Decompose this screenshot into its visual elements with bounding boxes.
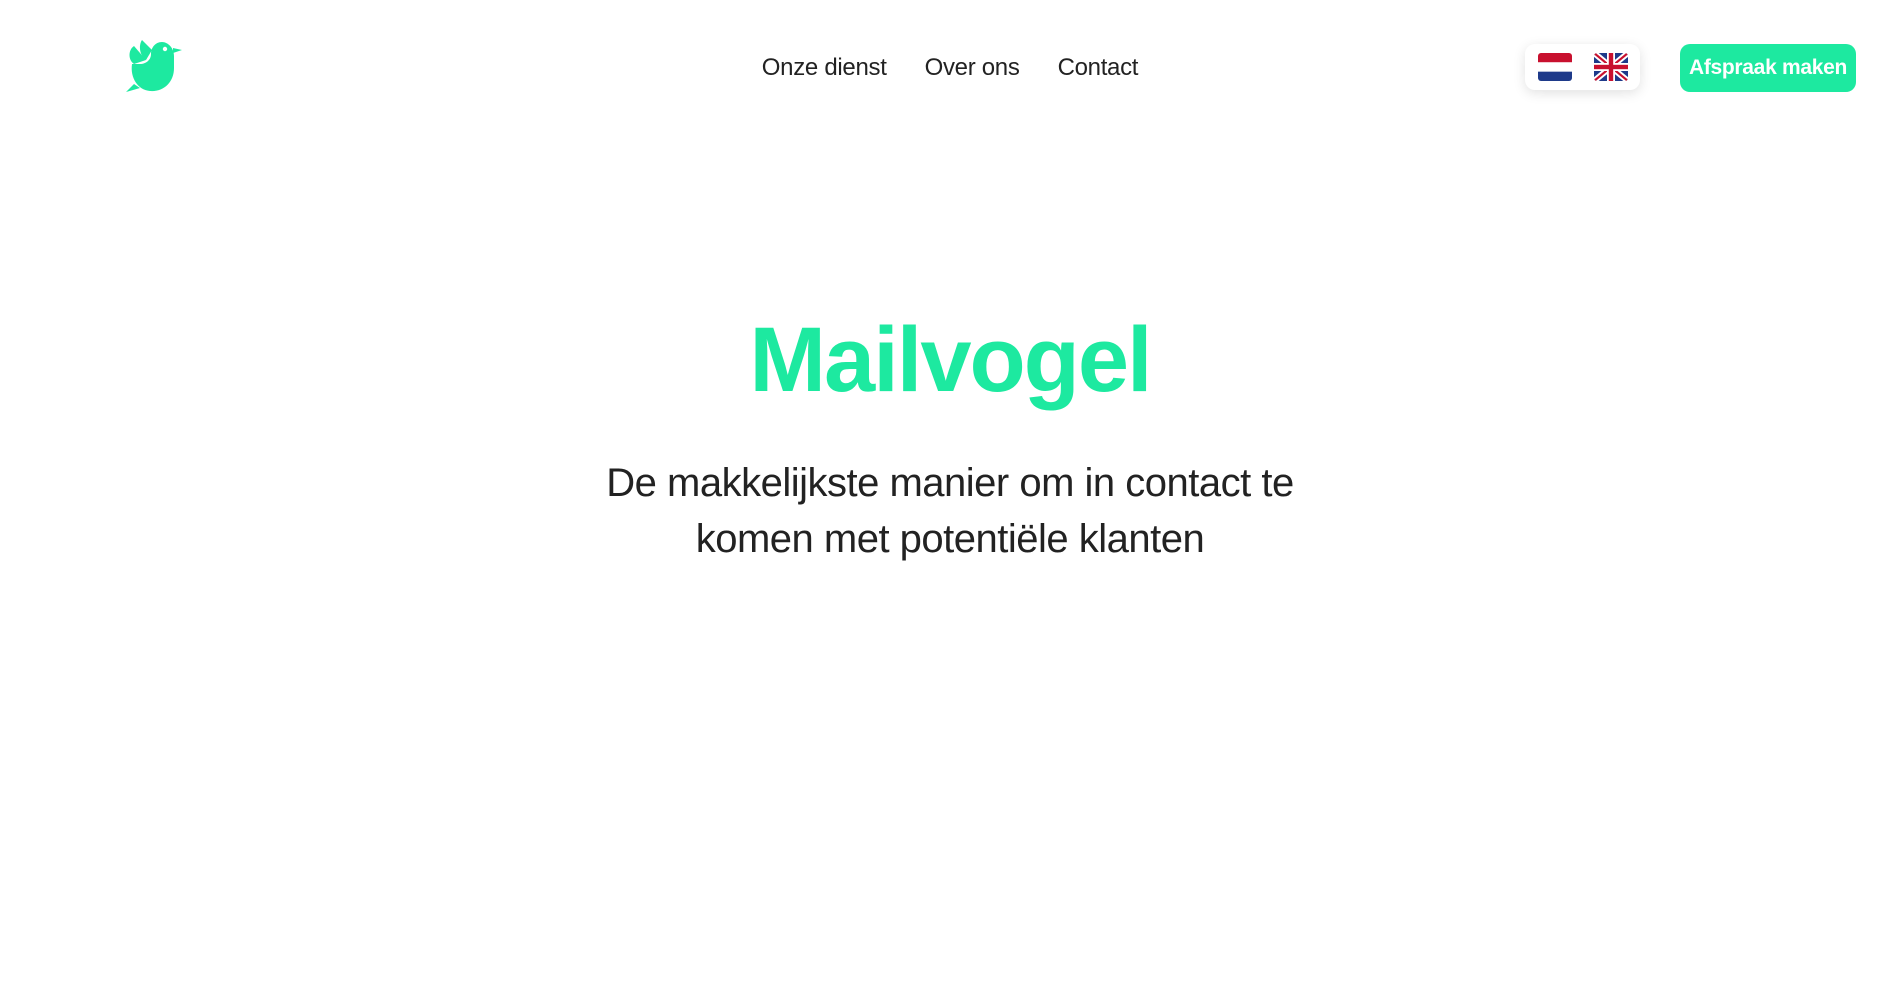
hero-title: Mailvogel	[749, 309, 1152, 411]
hero-section: Mailvogel De makkelijkste manier om in c…	[0, 309, 1900, 567]
hero-subtitle: De makkelijkste manier om in contact te …	[606, 461, 1294, 562]
nav-item-contact[interactable]: Contact	[1058, 54, 1139, 82]
flag-netherlands-icon[interactable]	[1537, 53, 1572, 81]
make-appointment-button[interactable]: Afspraak maken	[1680, 44, 1856, 92]
site-header: Onze dienst Over ons Contact Afspraak ma…	[0, 0, 1900, 135]
flag-united-kingdom-icon[interactable]	[1593, 53, 1628, 81]
nav-item-over-ons[interactable]: Over ons	[925, 54, 1020, 82]
nav-item-onze-dienst[interactable]: Onze dienst	[762, 54, 887, 82]
bird-icon[interactable]	[124, 34, 184, 96]
language-switcher	[1525, 44, 1640, 90]
